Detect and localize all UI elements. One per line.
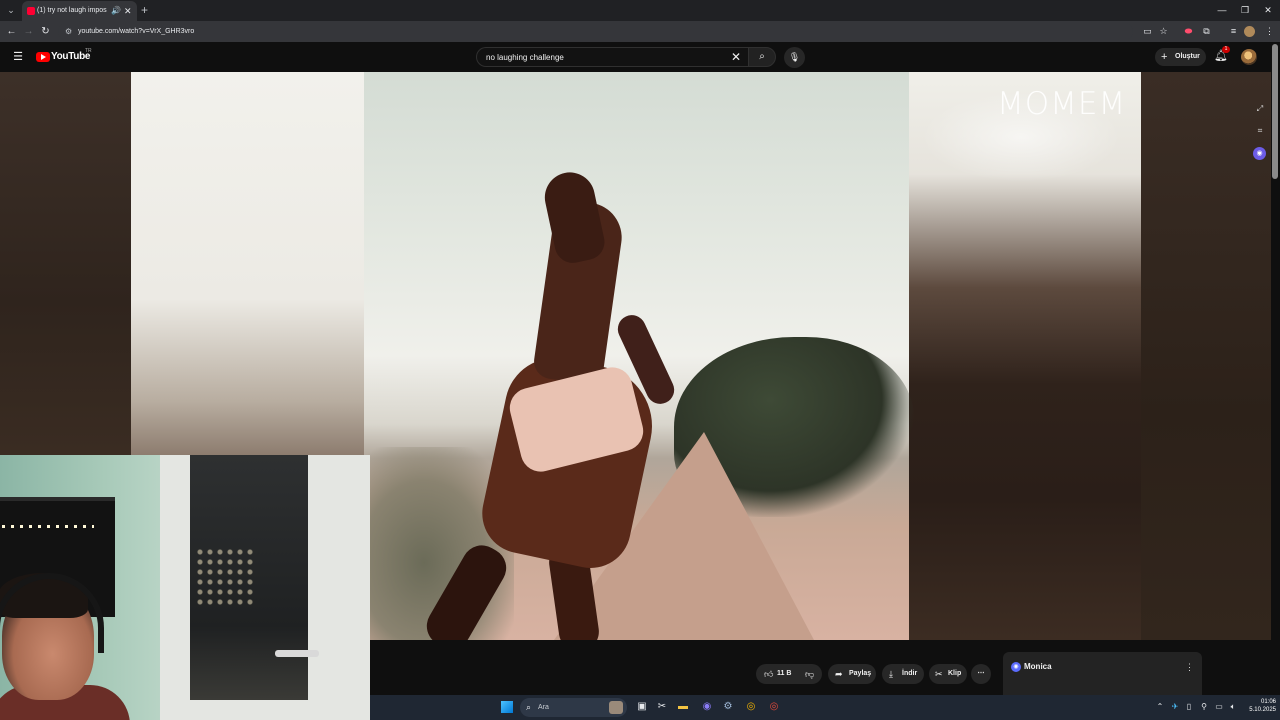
- search-button[interactable]: ⌕: [748, 47, 776, 67]
- browser-tab-strip: ⌄ (1) try not laugh impossib... 🔊 ✕ + — …: [0, 0, 1280, 21]
- network-icon[interactable]: ⚲: [1197, 700, 1211, 714]
- download-icon: ⤓: [889, 669, 893, 679]
- chrome-icon[interactable]: ◎: [744, 700, 758, 714]
- media-control-icon[interactable]: ≡: [1227, 25, 1240, 38]
- extension-icon[interactable]: ⬬: [1182, 25, 1195, 38]
- more-actions-button[interactable]: ⋯: [971, 664, 991, 684]
- back-icon[interactable]: ←: [4, 24, 19, 39]
- region-code: TR: [85, 48, 92, 54]
- clear-search-icon[interactable]: ✕: [731, 50, 741, 64]
- monica-title: Monica: [1024, 662, 1052, 671]
- monica-panel[interactable]: ◉ Monica ⋮: [1003, 652, 1202, 695]
- like-icon[interactable]: 👍︎: [764, 664, 773, 684]
- address-bar[interactable]: ⚙ youtube.com/watch?v=VrX_GHR3vro: [58, 23, 1133, 40]
- windows-taskbar: ⌕ Ara ▣ ✂ ▬ ◉ ⚙ ◎ ◎ ⌃ ✈ ▯ ⚲ ▭ 🔈︎ 01:06 5…: [370, 695, 1280, 720]
- tray-app-icon[interactable]: ✈: [1168, 700, 1182, 714]
- like-count[interactable]: 11 B: [777, 664, 791, 684]
- clock-date: 5.10.2025: [1249, 707, 1276, 713]
- page-ambient-left: [0, 72, 131, 455]
- monica-menu-icon[interactable]: ⋮: [1185, 661, 1194, 673]
- speaker-icon[interactable]: 🔊: [111, 5, 121, 17]
- plus-icon: +: [1161, 51, 1168, 63]
- translate-icon[interactable]: ⌗: [1254, 125, 1266, 137]
- youtube-favicon-icon: [27, 7, 35, 15]
- clock-time: 01:06: [1260, 699, 1276, 705]
- site-info-icon[interactable]: ⚙: [65, 26, 72, 37]
- account-avatar[interactable]: [1241, 49, 1257, 65]
- scissors-icon: ✂: [935, 669, 943, 679]
- profile-avatar-icon[interactable]: [1244, 26, 1255, 37]
- restore-icon[interactable]: ❐: [1236, 2, 1254, 18]
- app-icon[interactable]: ◎: [767, 700, 781, 714]
- create-button[interactable]: + Oluştur: [1155, 48, 1206, 66]
- browser-menu-icon[interactable]: ⋮: [1263, 25, 1276, 38]
- video-watermark: MOMEM: [997, 86, 1127, 122]
- extensions-puzzle-icon[interactable]: ⧉: [1200, 25, 1213, 38]
- taskbar-search-placeholder: Ara: [538, 704, 549, 711]
- bookmark-star-icon[interactable]: ☆: [1157, 25, 1170, 38]
- display-icon[interactable]: ▭: [1212, 700, 1226, 714]
- install-app-icon[interactable]: ▭: [1141, 25, 1154, 38]
- taskbar-clock[interactable]: 01:06 5.10.2025: [1243, 698, 1276, 714]
- create-label: Oluştur: [1175, 53, 1200, 60]
- discord-icon[interactable]: ◉: [700, 700, 714, 714]
- forward-icon[interactable]: →: [21, 24, 36, 39]
- browser-tab[interactable]: (1) try not laugh impossib... 🔊 ✕: [22, 1, 137, 21]
- windows-start-icon[interactable]: [501, 701, 513, 713]
- like-dislike-group: 👍︎ 11 B 👎︎: [756, 664, 822, 684]
- more-icon: ⋯: [977, 670, 985, 677]
- hamburger-menu-icon[interactable]: ☰: [11, 50, 25, 64]
- webcam-door-handle: [275, 650, 319, 657]
- new-tab-icon[interactable]: +: [141, 3, 148, 17]
- clip-label: Klip: [948, 670, 962, 677]
- dislike-icon[interactable]: 👎︎: [805, 664, 814, 684]
- download-button[interactable]: ⤓ İndir: [882, 664, 924, 684]
- share-button[interactable]: ➦ Paylaş: [828, 664, 876, 684]
- volume-icon[interactable]: 🔈︎: [1226, 700, 1240, 714]
- download-label: İndir: [902, 670, 918, 677]
- tab-search-button[interactable]: ⌄: [4, 3, 18, 17]
- browser-toolbar: ← → ↻ ⚙ youtube.com/watch?v=VrX_GHR3vro …: [0, 21, 1280, 42]
- search-icon: ⌕: [526, 702, 532, 712]
- webcam-string-lights: [2, 525, 94, 528]
- share-label: Paylaş: [849, 670, 872, 677]
- url-text: youtube.com/watch?v=VrX_GHR3vro: [78, 28, 195, 35]
- tab-close-icon[interactable]: ✕: [124, 5, 132, 17]
- taskbar-search[interactable]: ⌕ Ara: [520, 698, 627, 717]
- notification-count-badge: 1: [1222, 46, 1230, 53]
- file-explorer-icon[interactable]: ▬: [676, 700, 690, 714]
- search-query: no laughing challenge: [486, 53, 564, 62]
- webcam-overlay: [0, 455, 370, 720]
- youtube-logo-icon[interactable]: [36, 52, 50, 62]
- youtube-header: ☰ YouTube TR no laughing challenge ✕ ⌕ 🎙…: [0, 42, 1280, 72]
- chevron-up-icon[interactable]: ⌃: [1153, 700, 1167, 714]
- page-ambient-right: [1141, 72, 1271, 640]
- mic-icon: 🎙: [788, 52, 801, 62]
- webcam-reflected-lights: [195, 547, 255, 607]
- steam-icon[interactable]: ⚙: [721, 700, 735, 714]
- page-scrollbar[interactable]: [1272, 44, 1278, 179]
- task-view-icon[interactable]: ▣: [635, 700, 649, 714]
- expand-icon[interactable]: ⤢: [1254, 103, 1266, 115]
- monica-logo-icon: ◉: [1011, 662, 1021, 672]
- search-highlight-image: [609, 701, 623, 714]
- window-close-icon[interactable]: ✕: [1259, 2, 1277, 18]
- search-input[interactable]: no laughing challenge ✕: [476, 47, 748, 67]
- video-frame: [364, 72, 914, 640]
- tab-title: (1) try not laugh impossib...: [37, 7, 107, 14]
- search-icon: ⌕: [759, 51, 765, 62]
- play-triangle-icon: [41, 54, 46, 60]
- battery-icon[interactable]: ▯: [1182, 700, 1196, 714]
- voice-search-button[interactable]: 🎙: [784, 47, 805, 68]
- share-icon: ➦: [835, 669, 843, 679]
- capcut-icon[interactable]: ✂: [655, 700, 669, 714]
- minimize-icon[interactable]: —: [1213, 2, 1231, 18]
- clip-button[interactable]: ✂ Klip: [929, 664, 967, 684]
- reload-icon[interactable]: ↻: [38, 24, 53, 39]
- monica-bot-icon[interactable]: ◉: [1253, 147, 1266, 160]
